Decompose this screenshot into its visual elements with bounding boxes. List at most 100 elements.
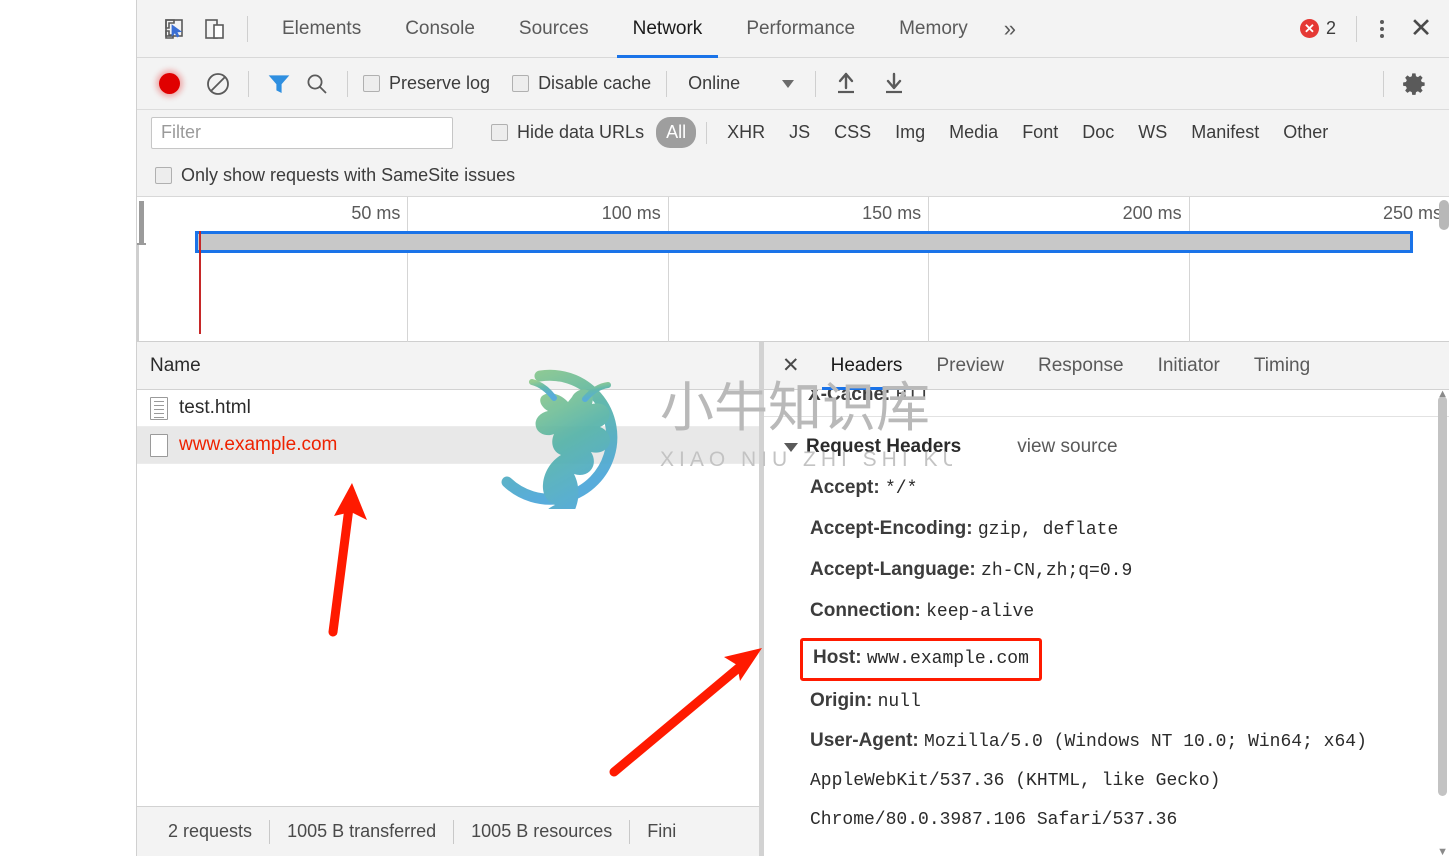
status-requests: 2 requests (168, 821, 253, 841)
clear-icon[interactable] (199, 65, 237, 103)
filter-type-media[interactable]: Media (939, 117, 1008, 148)
preserve-log-checkbox[interactable]: Preserve log (359, 73, 494, 94)
request-list-header[interactable]: Name (137, 342, 759, 390)
header-row: Accept-Encoding: gzip, deflate (810, 509, 1435, 550)
header-row: Accept: */* (810, 468, 1435, 509)
request-rows: test.html www.example.com (137, 390, 759, 806)
scroll-down-icon[interactable]: ▼ (1437, 846, 1448, 856)
filter-type-label: WS (1138, 122, 1168, 142)
throttle-select[interactable]: Online (678, 73, 804, 94)
kebab-menu-icon[interactable] (1365, 9, 1399, 49)
search-icon[interactable] (298, 65, 336, 103)
status-resources: 1005 B resources (471, 821, 613, 841)
more-tabs-icon[interactable]: » (990, 16, 1030, 42)
inspect-element-icon[interactable] (155, 9, 195, 49)
tab-headers[interactable]: Headers (814, 342, 920, 390)
request-headers-section[interactable]: Request Headers view source (784, 436, 1439, 458)
filter-type-label: XHR (727, 122, 766, 142)
blank-document-icon (150, 433, 168, 457)
devtools-tab-bar: Elements Console Sources Network Perform… (137, 0, 1449, 58)
tab-timing[interactable]: Timing (1237, 342, 1327, 390)
tab-memory[interactable]: Memory (883, 0, 984, 58)
toolbar-divider (1383, 70, 1384, 97)
error-count-badge[interactable]: ✕ 2 (1299, 18, 1348, 39)
section-divider (764, 416, 1449, 417)
view-source-link[interactable]: view source (1017, 436, 1117, 458)
page-background-gutter (0, 0, 136, 856)
section-title: Request Headers (806, 436, 962, 457)
tab-sources[interactable]: Sources (503, 0, 605, 58)
record-button[interactable] (151, 66, 187, 102)
tab-performance[interactable]: Performance (730, 0, 871, 58)
hide-data-urls-label: Hide data URLs (517, 122, 645, 142)
filter-type-manifest[interactable]: Manifest (1181, 117, 1269, 148)
filter-type-other[interactable]: Other (1273, 117, 1338, 148)
tab-console[interactable]: Console (389, 0, 491, 58)
table-row[interactable]: test.html (137, 390, 759, 427)
devtools-screenshot: Elements Console Sources Network Perform… (0, 0, 1449, 856)
overview-body[interactable]: 50 ms 100 ms 150 ms 200 ms 250 ms (147, 197, 1449, 342)
headers-detail-body: X-Cache: HIT Request Headers view source… (764, 390, 1449, 856)
header-name: Accept: (810, 477, 880, 498)
error-icon: ✕ (1299, 19, 1319, 38)
filter-type-label: Manifest (1191, 122, 1260, 142)
import-har-icon[interactable] (827, 65, 865, 103)
filter-funnel-icon[interactable] (260, 65, 298, 103)
toolbar-divider (248, 70, 249, 97)
device-toolbar-icon[interactable] (195, 9, 235, 49)
filter-input[interactable] (151, 116, 453, 149)
export-har-icon[interactable] (875, 65, 913, 103)
overview-gutter (137, 197, 147, 342)
gear-icon[interactable] (1395, 65, 1433, 103)
network-status-bar: 2 requests 1005 B transferred 1005 B res… (137, 806, 759, 856)
column-header-name: Name (150, 354, 201, 376)
tab-response[interactable]: Response (1021, 342, 1141, 390)
timeline-selection-band[interactable] (195, 231, 1413, 253)
filter-type-ws[interactable]: WS (1128, 117, 1177, 148)
filter-type-label: JS (789, 122, 811, 142)
detail-tab-label: Preview (936, 354, 1005, 376)
detail-scrollbar-thumb[interactable] (1438, 396, 1447, 796)
overview-scrollbar-thumb[interactable] (1439, 200, 1449, 230)
chevron-down-icon[interactable] (784, 442, 798, 452)
filter-type-js[interactable]: JS (779, 117, 820, 148)
filter-type-doc[interactable]: Doc (1072, 117, 1124, 148)
tab-network[interactable]: Network (616, 0, 719, 58)
table-row[interactable]: www.example.com (137, 427, 759, 464)
header-name: Connection: (810, 600, 921, 621)
header-name: Accept-Language: (810, 559, 976, 580)
filter-type-all[interactable]: All (656, 117, 697, 148)
disable-cache-checkbox[interactable]: Disable cache (508, 73, 655, 94)
header-row-host-highlighted: Host: www.example.com (800, 638, 1042, 681)
request-name: test.html (179, 397, 251, 418)
devtools-window: Elements Console Sources Network Perform… (136, 0, 1449, 856)
samesite-issues-checkbox[interactable]: Only show requests with SameSite issues (151, 165, 519, 186)
scroll-up-icon[interactable]: ▲ (1437, 390, 1448, 400)
document-icon (150, 396, 168, 420)
hide-data-urls-checkbox[interactable]: Hide data URLs (487, 122, 648, 143)
checkbox-box (155, 167, 172, 184)
header-row: Accept-Language: zh-CN,zh;q=0.9 (810, 550, 1435, 591)
close-icon[interactable]: ✕ (1399, 7, 1443, 51)
network-main-area: Name test.html www.example.com 2 request… (137, 342, 1449, 856)
filter-type-img[interactable]: Img (885, 117, 935, 148)
checkbox-box (512, 75, 530, 92)
tab-initiator[interactable]: Initiator (1141, 342, 1237, 390)
header-value: gzip, deflate (977, 520, 1119, 540)
filter-type-font[interactable]: Font (1012, 117, 1068, 148)
request-detail-pane: ✕ Headers Preview Response Initiator Tim… (764, 342, 1449, 856)
tab-preview[interactable]: Preview (919, 342, 1021, 390)
status-finish-truncated: Fini (647, 821, 677, 841)
filter-type-label: All (666, 122, 687, 142)
tab-elements[interactable]: Elements (266, 0, 377, 58)
close-detail-icon[interactable]: ✕ (778, 353, 814, 378)
tick-label-150ms: 150 ms (862, 203, 922, 223)
samesite-filter-bar: Only show requests with SameSite issues (137, 155, 1449, 197)
filter-type-label: Img (895, 122, 926, 142)
header-row: Origin: null (810, 681, 1435, 722)
filter-type-xhr[interactable]: XHR (717, 117, 775, 148)
filter-type-css[interactable]: CSS (824, 117, 881, 148)
header-value: www.example.com (866, 649, 1029, 669)
status-transferred: 1005 B transferred (287, 821, 437, 841)
network-overview-timeline[interactable]: 50 ms 100 ms 150 ms 200 ms 250 ms (137, 197, 1449, 342)
